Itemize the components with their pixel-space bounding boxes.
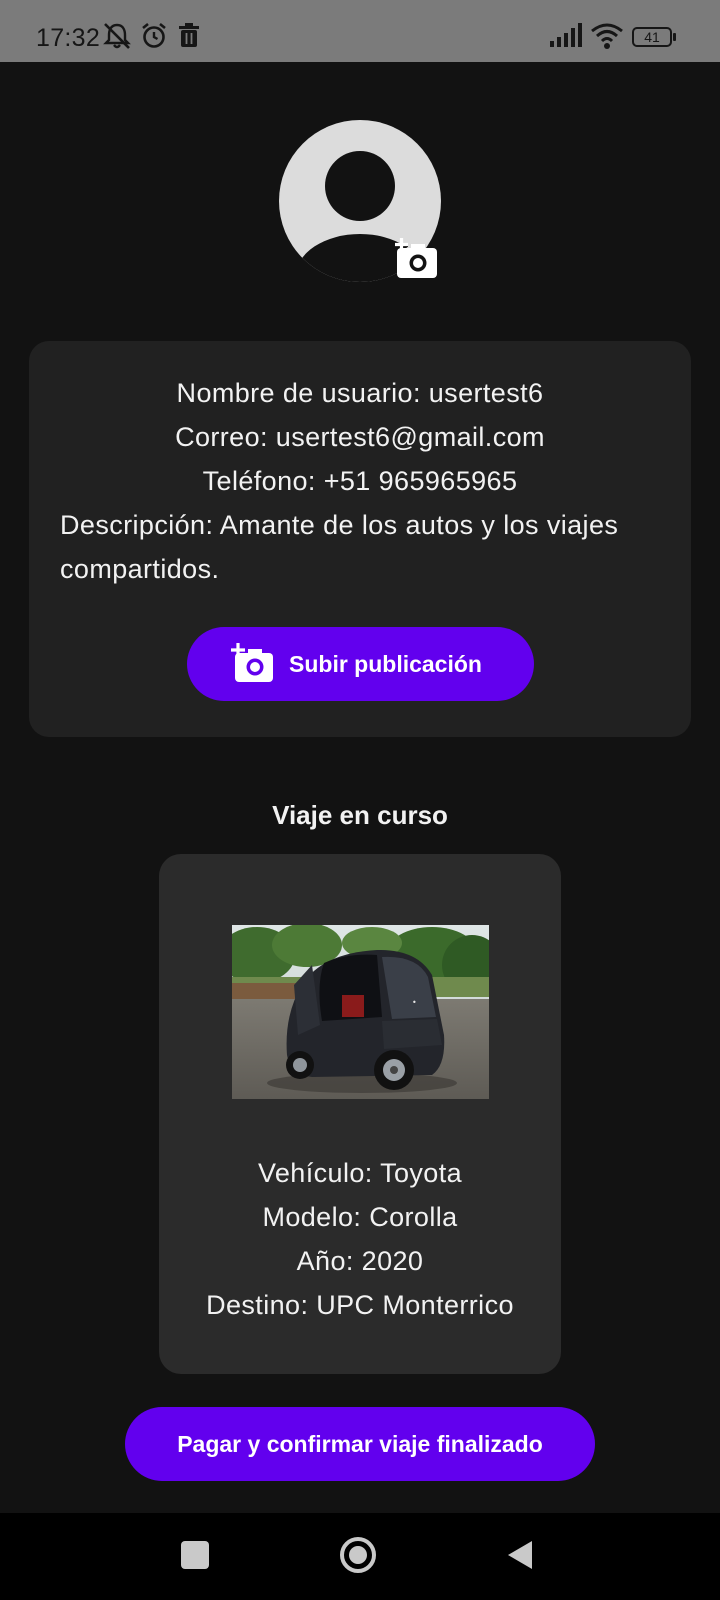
trip-card: • Vehículo: Toyota Modelo: Corolla Año: … (159, 854, 561, 1374)
battery-icon: 41 (632, 27, 672, 47)
status-bar: 17:32 41 (0, 0, 720, 62)
battery-level: 41 (644, 29, 660, 45)
recents-button[interactable] (181, 1541, 209, 1569)
upload-post-label: Subir publicación (289, 651, 482, 677)
vehicle-photo: • (232, 925, 489, 1099)
mute-icon (103, 23, 131, 49)
add-photo-icon[interactable] (395, 238, 441, 280)
battery-tip (673, 33, 676, 41)
vehicle-text: Vehículo: Toyota (257, 1158, 463, 1188)
confirm-trip-label: Pagar y confirmar viaje finalizado (177, 1430, 543, 1457)
signal-icon (550, 23, 582, 47)
trip-heading: Viaje en curso (272, 800, 448, 830)
email-text: Correo: usertest6@gmail.com (175, 422, 545, 452)
wifi-icon (591, 23, 623, 49)
alarm-icon (142, 22, 166, 48)
svg-text:•: • (412, 998, 417, 1007)
back-button[interactable] (506, 1539, 534, 1571)
home-button[interactable] (338, 1535, 378, 1575)
confirm-trip-button[interactable]: Pagar y confirmar viaje finalizado (125, 1407, 595, 1481)
trash-icon (179, 23, 199, 47)
year-text: Año: 2020 (296, 1246, 424, 1276)
add-photo-icon (231, 643, 273, 682)
status-time: 17:32 (36, 24, 101, 52)
navigation-bar (0, 1513, 720, 1600)
model-text: Modelo: Corolla (262, 1202, 458, 1232)
destination-text: Destino: UPC Monterrico (206, 1290, 514, 1320)
username-text: Nombre de usuario: usertest6 (176, 378, 544, 408)
profile-card: Nombre de usuario: usertest6 Correo: use… (29, 341, 691, 737)
description-text: Descripción: Amante de los autos y los v… (60, 510, 619, 584)
phone-text: Teléfono: +51 965965965 (202, 466, 518, 496)
upload-post-button[interactable]: Subir publicación (187, 627, 534, 701)
